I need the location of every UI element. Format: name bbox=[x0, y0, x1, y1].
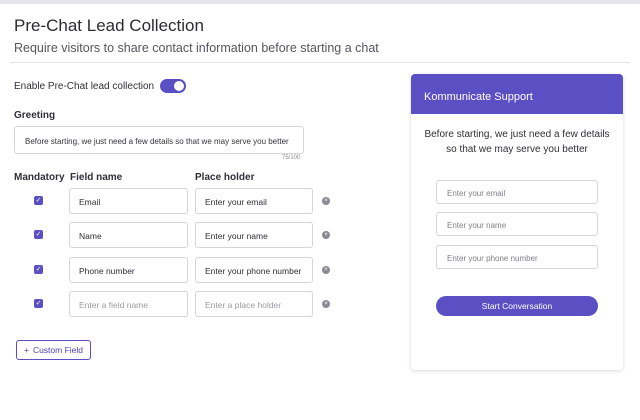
prechat-toggle-row: Enable Pre-Chat lead collection bbox=[14, 79, 187, 93]
field-placeholder-input[interactable]: Enter your phone number bbox=[195, 257, 313, 283]
field-row: ✓ Email Enter your email × bbox=[0, 188, 400, 214]
field-placeholder-input[interactable]: Enter your email bbox=[195, 188, 313, 214]
preview-header: Kommunicate Support bbox=[411, 74, 623, 114]
field-placeholder-input[interactable]: Enter your name bbox=[195, 222, 313, 248]
page-subtitle: Require visitors to share contact inform… bbox=[14, 41, 379, 55]
toggle-knob bbox=[174, 81, 185, 91]
field-name-input[interactable]: Phone number bbox=[69, 257, 188, 283]
field-name-input[interactable]: Enter a field name bbox=[69, 291, 188, 317]
field-row: ✓ Name Enter your name × bbox=[0, 222, 400, 248]
remove-field-icon[interactable]: × bbox=[322, 300, 330, 308]
mandatory-checkbox[interactable]: ✓ bbox=[34, 299, 43, 308]
custom-field-label: Custom Field bbox=[32, 345, 84, 355]
field-name-input[interactable]: Email bbox=[69, 188, 188, 214]
prechat-toggle[interactable] bbox=[160, 79, 187, 93]
page-title: Pre-Chat Lead Collection bbox=[14, 16, 204, 35]
greeting-input[interactable]: Before starting, we just need a few deta… bbox=[14, 126, 304, 154]
remove-field-icon[interactable]: × bbox=[322, 266, 330, 274]
settings-page: Pre-Chat Lead Collection Require visitor… bbox=[0, 4, 640, 420]
preview-name-input[interactable]: Enter your name bbox=[436, 212, 598, 236]
column-head-field-name: Field name bbox=[70, 172, 123, 183]
column-head-mandatory: Mandatory bbox=[14, 172, 65, 183]
field-row: ✓ Enter a field name Enter a place holde… bbox=[0, 291, 400, 317]
column-head-placeholder: Place holder bbox=[195, 172, 255, 183]
header-divider bbox=[10, 62, 630, 63]
toggle-label: Enable Pre-Chat lead collection bbox=[14, 80, 155, 92]
greeting-char-count: 75/100 bbox=[282, 155, 301, 161]
start-conversation-button[interactable]: Start Conversation bbox=[436, 296, 598, 316]
remove-field-icon[interactable]: × bbox=[322, 197, 330, 205]
preview-phone-input[interactable]: Enter your phone number bbox=[436, 245, 598, 269]
field-placeholder-input[interactable]: Enter a place holder bbox=[195, 291, 313, 317]
mandatory-checkbox[interactable]: ✓ bbox=[34, 196, 43, 205]
remove-field-icon[interactable]: × bbox=[322, 231, 330, 239]
mandatory-checkbox[interactable]: ✓ bbox=[34, 230, 43, 239]
plus-icon: + bbox=[23, 345, 29, 355]
mandatory-checkbox[interactable]: ✓ bbox=[34, 265, 43, 274]
greeting-label: Greeting bbox=[14, 110, 56, 121]
field-name-input[interactable]: Name bbox=[69, 222, 188, 248]
preview-greeting: Before starting, we just need a few deta… bbox=[424, 129, 610, 155]
add-custom-field-button[interactable]: + Custom Field bbox=[16, 340, 91, 360]
preview-email-input[interactable]: Enter your email bbox=[436, 180, 598, 204]
chat-preview: Kommunicate Support Before starting, we … bbox=[411, 74, 623, 370]
field-row: ✓ Phone number Enter your phone number × bbox=[0, 257, 400, 283]
